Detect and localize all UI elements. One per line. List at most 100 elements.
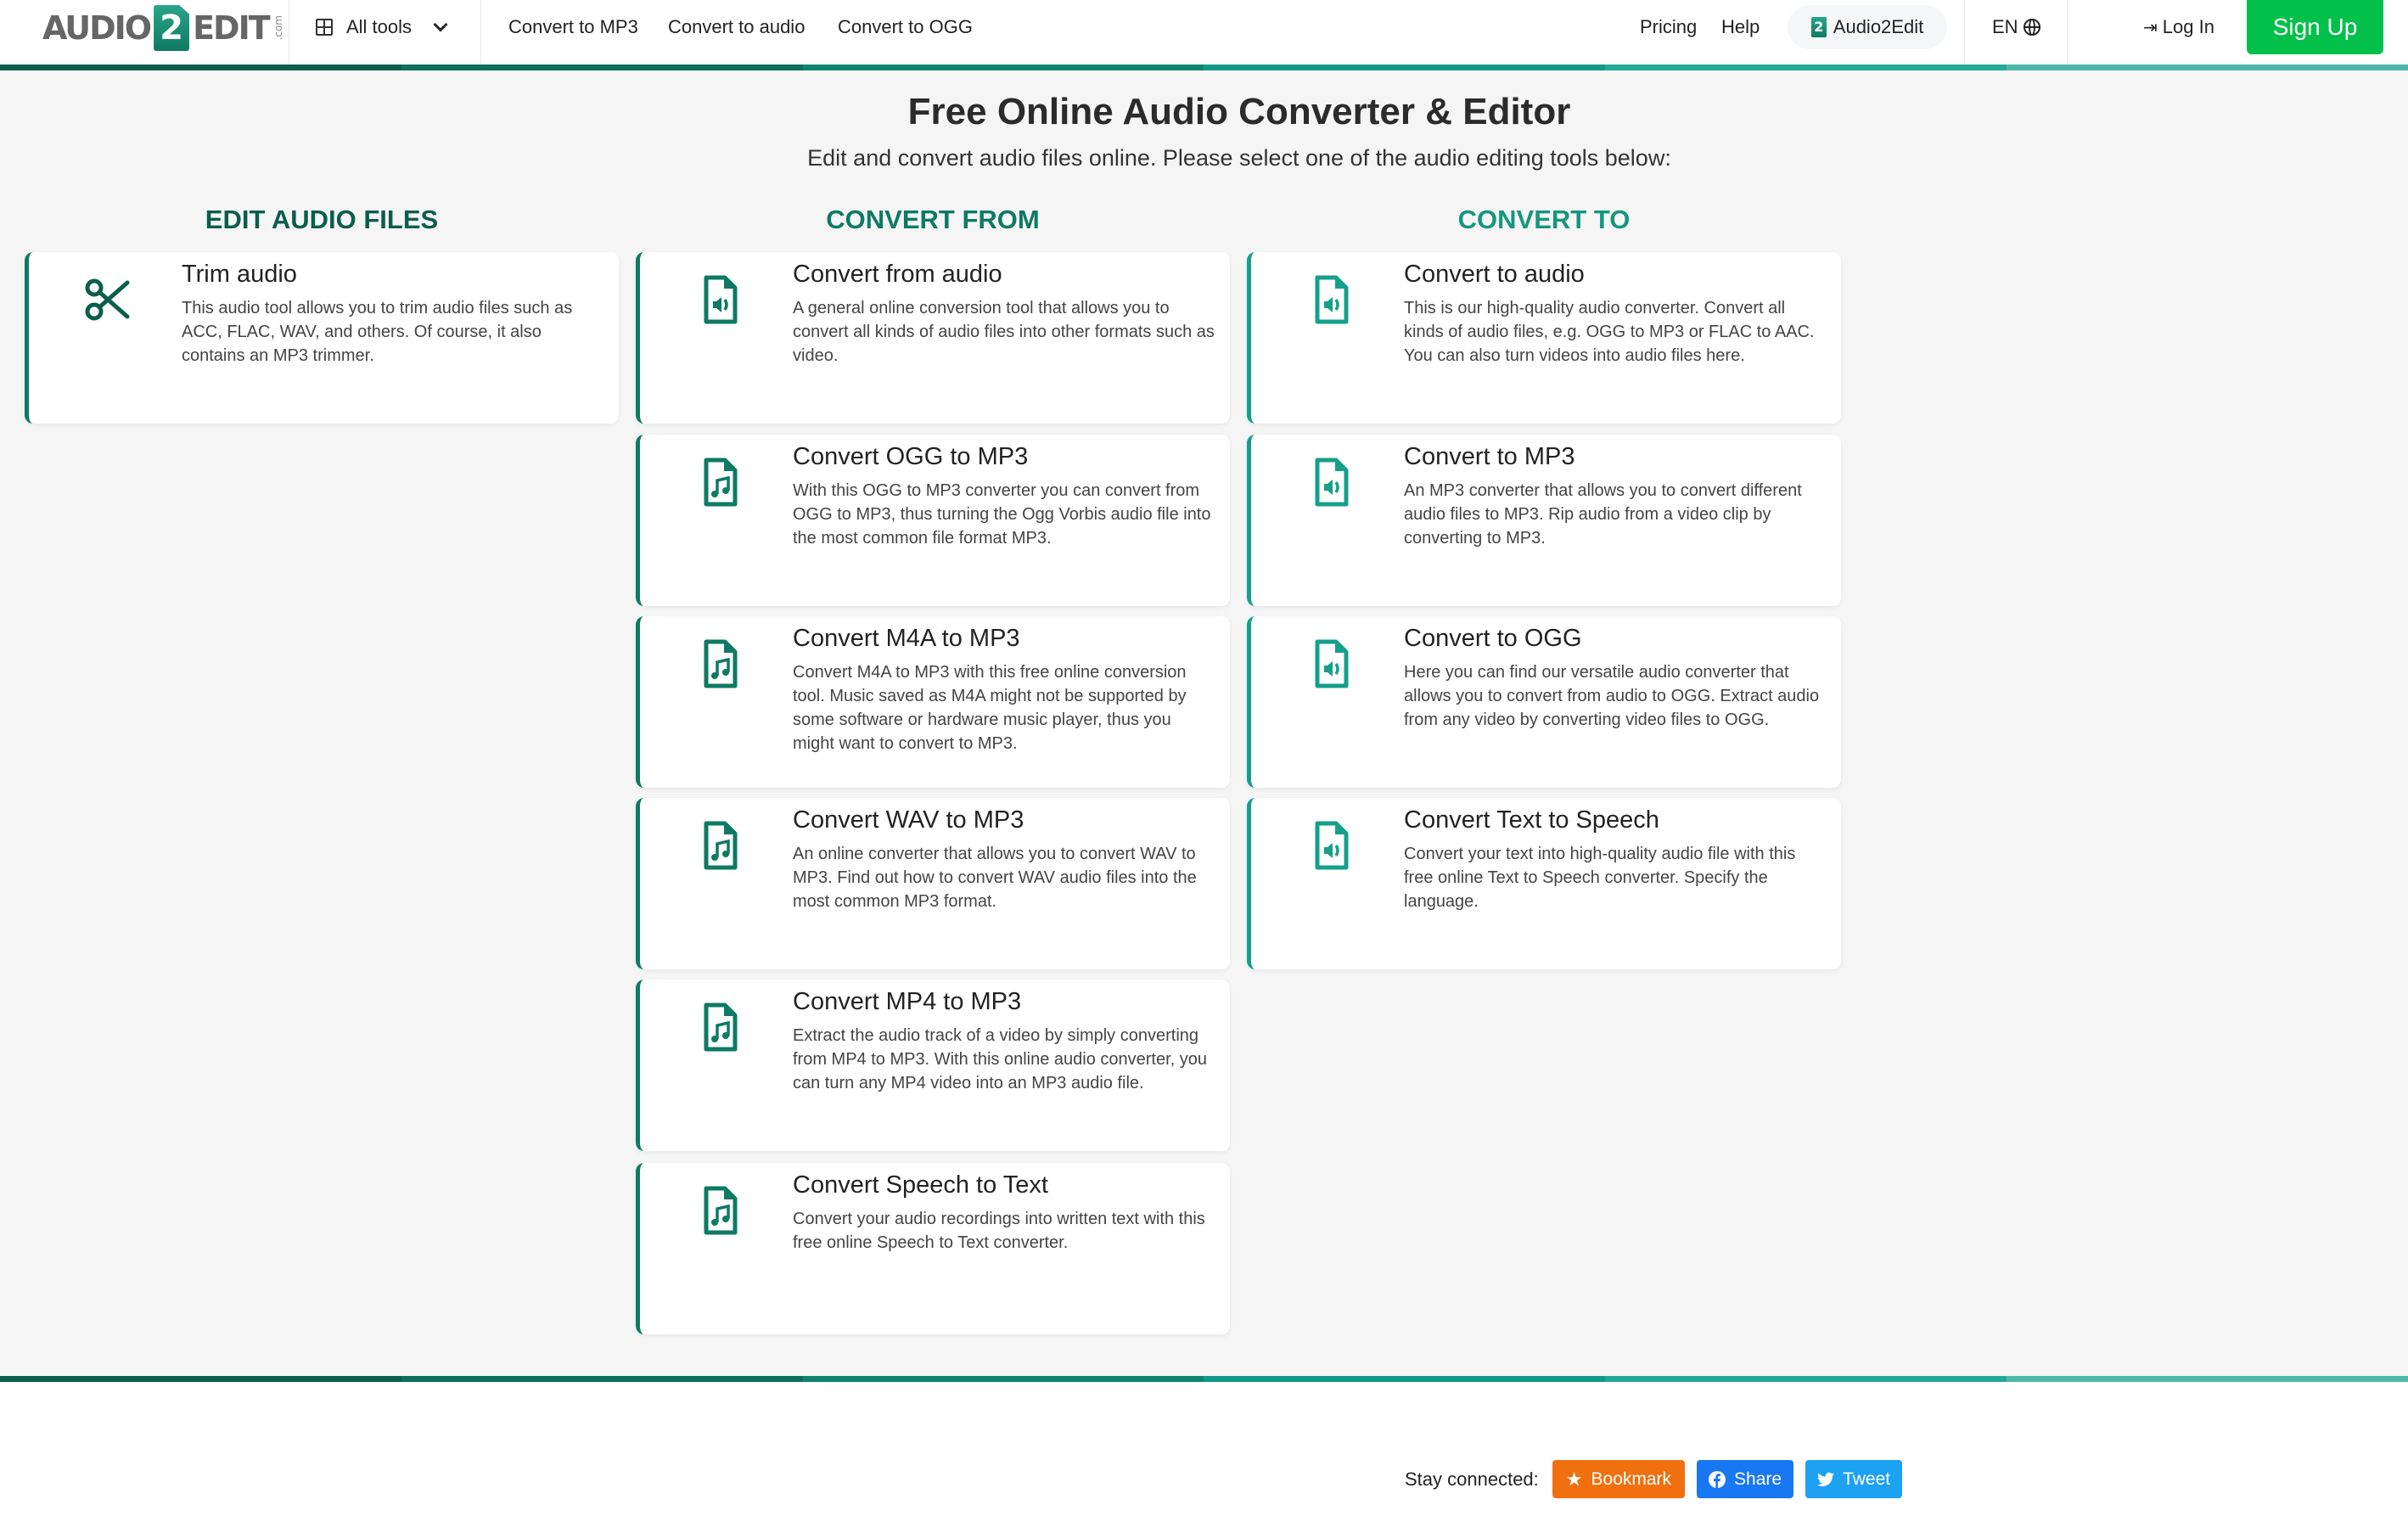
tool-card-title: Convert Speech to Text: [793, 1171, 1048, 1199]
tool-card-convert-to-mp3[interactable]: Convert to MP3 An MP3 converter that all…: [1247, 435, 1841, 606]
page-subtitle: Edit and convert audio files online. Ple…: [807, 145, 1671, 171]
bookmark-button[interactable]: ★ Bookmark: [1552, 1460, 1686, 1498]
login-link[interactable]: ⇥ Log In: [2143, 0, 2214, 54]
file-audio-icon: [1304, 455, 1358, 509]
tweet-label: Tweet: [1843, 1469, 1891, 1489]
stripe-segment: [0, 1376, 401, 1382]
footer: Stay connected: ★ Bookmark Share Tweet: [0, 1382, 2408, 1522]
stripe-segment: [401, 65, 803, 70]
tool-card-description: Extract the audio track of a video by si…: [793, 1026, 1207, 1092]
tool-card-title: Convert to MP3: [1404, 443, 1575, 470]
nav-divider: [480, 0, 481, 65]
tool-card-convert-text-to-speech[interactable]: Convert Text to Speech Convert your text…: [1247, 798, 1841, 969]
language-label: EN: [1992, 16, 2018, 37]
all-tools-label: All tools: [346, 16, 413, 37]
tool-card-convert-to-ogg[interactable]: Convert to OGG Here you can find our ver…: [1247, 616, 1841, 788]
file-audio-icon: [1304, 637, 1358, 691]
stripe-segment: [802, 1376, 1204, 1382]
file-music-icon: [693, 455, 747, 509]
all-tools-dropdown[interactable]: All tools: [316, 0, 448, 54]
signup-button[interactable]: Sign Up: [2247, 0, 2383, 54]
tool-card-description: This audio tool allows you to trim audio…: [182, 299, 573, 365]
footer-stripe: [0, 1376, 2408, 1382]
nav-link-convert-to-ogg[interactable]: Convert to OGG: [838, 0, 973, 54]
nav-link-convert-to-mp3[interactable]: Convert to MP3: [508, 0, 638, 54]
audio2edit-app-button[interactable]: 2 Audio2Edit: [1788, 5, 1947, 49]
tool-card-description: Convert your audio recordings into writt…: [793, 1210, 1205, 1252]
stripe-segment: [2007, 1376, 2408, 1382]
tool-card-description: Convert M4A to MP3 with this free online…: [793, 663, 1187, 753]
header-stripe: [0, 65, 2408, 70]
logo-text-audio: AUDIO: [42, 9, 152, 47]
tool-card-title: Convert from audio: [793, 261, 1002, 288]
stay-connected-label: Stay connected:: [1405, 1468, 1539, 1490]
tool-card-title: Convert to OGG: [1404, 625, 1582, 652]
stripe-segment: [0, 65, 401, 70]
audio2edit-label: Audio2Edit: [1833, 16, 1924, 37]
nav-link-convert-to-audio[interactable]: Convert to audio: [668, 0, 805, 54]
column-heading-convert-from: CONVERT FROM: [826, 205, 1040, 234]
tool-card-convert-mp4-to-mp3[interactable]: Convert MP4 to MP3 Extract the audio tra…: [636, 980, 1230, 1151]
tool-card-description: A general online conversion tool that al…: [793, 299, 1215, 365]
tool-card-title: Convert Text to Speech: [1404, 806, 1659, 834]
logo-suffix: .com: [272, 15, 284, 41]
page-title: Free Online Audio Converter & Editor: [907, 91, 1571, 132]
twitter-icon: [1817, 1472, 1835, 1486]
column-heading-edit: EDIT AUDIO FILES: [205, 205, 439, 234]
tool-card-convert-to-audio[interactable]: Convert to audio This is our high-qualit…: [1247, 252, 1841, 424]
tool-card-description: An online converter that allows you to c…: [793, 845, 1197, 911]
grid-icon: [316, 19, 333, 36]
nav-link-pricing[interactable]: Pricing: [1640, 0, 1697, 54]
stripe-segment: [401, 1376, 803, 1382]
tweet-button[interactable]: Tweet: [1805, 1460, 1903, 1498]
stripe-segment: [1605, 1376, 2007, 1382]
tool-card-description: An MP3 converter that allows you to conv…: [1404, 481, 1802, 548]
login-label: Log In: [2162, 16, 2214, 37]
tool-card-convert-from-audio[interactable]: Convert from audio A general online conv…: [636, 252, 1230, 424]
file-music-icon: [693, 637, 747, 691]
share-label: Share: [1734, 1469, 1782, 1489]
main-content: Free Online Audio Converter & Editor Edi…: [0, 70, 2408, 1376]
nav-link-help[interactable]: Help: [1721, 0, 1760, 54]
login-icon: ⇥: [2143, 18, 2158, 37]
tool-card-description: This is our high-quality audio converter…: [1404, 299, 1815, 365]
stripe-segment: [1605, 65, 2007, 70]
language-selector[interactable]: EN: [1992, 0, 2040, 54]
audio2edit-badge-icon: 2: [1810, 17, 1827, 37]
star-icon: ★: [1565, 1468, 1583, 1490]
tool-card-title: Convert WAV to MP3: [793, 806, 1024, 834]
tool-card-title: Convert OGG to MP3: [793, 443, 1029, 470]
nav-divider: [2067, 0, 2068, 65]
tool-card-convert-m4a-to-mp3[interactable]: Convert M4A to MP3 Convert M4A to MP3 wi…: [636, 616, 1230, 788]
chevron-down-icon: [433, 17, 448, 32]
site-logo[interactable]: AUDIO 2 EDIT .com: [42, 3, 284, 53]
globe-icon: [2023, 19, 2040, 36]
stripe-segment: [802, 65, 1204, 70]
stay-connected: Stay connected: ★ Bookmark Share Tweet: [1405, 1460, 1903, 1498]
tool-card-title: Convert MP4 to MP3: [793, 988, 1022, 1015]
top-navbar: AUDIO 2 EDIT .com All tools Convert to M…: [0, 0, 2408, 65]
tool-card-description: Here you can find our versatile audio co…: [1404, 663, 1820, 729]
tool-card-convert-ogg-to-mp3[interactable]: Convert OGG to MP3 With this OGG to MP3 …: [636, 435, 1230, 606]
tool-card-description: With this OGG to MP3 converter you can c…: [793, 481, 1211, 548]
stripe-segment: [1204, 1376, 1606, 1382]
facebook-icon: [1709, 1470, 1726, 1488]
tool-card-trim-audio[interactable]: Trim audio This audio tool allows you to…: [25, 252, 619, 424]
tool-card-convert-speech-to-text[interactable]: Convert Speech to Text Convert your audi…: [636, 1163, 1230, 1334]
file-audio-icon: [693, 272, 747, 327]
stripe-segment: [2007, 65, 2408, 70]
file-music-icon: [693, 818, 747, 873]
logo-text-edit: EDIT: [193, 9, 271, 47]
tool-card-title: Convert to audio: [1404, 261, 1585, 288]
facebook-share-button[interactable]: Share: [1697, 1460, 1794, 1498]
tool-card-description: Convert your text into high-quality audi…: [1404, 845, 1796, 911]
bookmark-label: Bookmark: [1591, 1469, 1672, 1489]
stripe-segment: [1204, 65, 1606, 70]
tool-card-title: Convert M4A to MP3: [793, 625, 1020, 652]
file-music-icon: [693, 1183, 747, 1238]
tool-card-convert-wav-to-mp3[interactable]: Convert WAV to MP3 An online converter t…: [636, 798, 1230, 969]
nav-divider: [1964, 0, 1965, 65]
scissors-icon: [81, 272, 136, 327]
file-music-icon: [693, 1000, 747, 1054]
file-audio-icon: [1304, 272, 1358, 327]
